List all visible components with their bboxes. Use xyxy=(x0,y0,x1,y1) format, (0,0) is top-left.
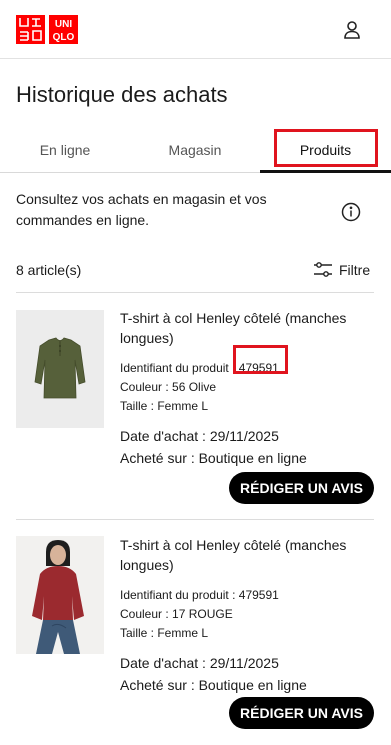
product-name: T-shirt à col Henley côtelé (manches lon… xyxy=(120,310,347,346)
user-icon[interactable] xyxy=(340,18,364,42)
intro-text: Consultez vos achats en magasin et vos c… xyxy=(16,191,267,228)
app-header: UNI QLO xyxy=(0,0,391,59)
article-count: 8 article(s) xyxy=(16,262,82,278)
product-id-label: Identifiant du produit : xyxy=(120,588,236,602)
products-tab-highlight xyxy=(274,129,378,167)
product-color: Couleur : 56 Olive xyxy=(120,380,217,394)
purchase-channel: Acheté sur : Boutique en ligne xyxy=(120,677,307,693)
write-review-button[interactable]: RÉDIGER UN AVIS xyxy=(229,472,374,504)
product-image[interactable] xyxy=(16,536,104,654)
list-divider xyxy=(16,519,374,520)
active-tab-indicator xyxy=(260,170,391,173)
info-icon[interactable] xyxy=(341,202,361,222)
sliders-icon xyxy=(314,262,332,277)
tab-online[interactable]: En ligne xyxy=(0,128,130,172)
write-review-button[interactable]: RÉDIGER UN AVIS xyxy=(229,697,374,729)
product-size: Taille : Femme L xyxy=(120,399,209,413)
product-color: Couleur : 17 ROUGE xyxy=(120,607,233,621)
product-id-label: Identifiant du produit : xyxy=(120,361,236,375)
product-id-value: 479591 xyxy=(238,588,279,602)
olive-shirt-image xyxy=(16,310,104,428)
list-divider xyxy=(16,292,374,293)
logo-text-bottom: QLO xyxy=(53,32,75,43)
filter-button[interactable]: Filtre xyxy=(313,260,370,280)
uniqlo-logo[interactable]: UNI QLO xyxy=(16,15,78,44)
filter-label: Filtre xyxy=(339,262,371,278)
product-size: Taille : Femme L xyxy=(120,626,209,640)
product-info: T-shirt à col Henley côtelé (manches lon… xyxy=(120,308,374,469)
product-image[interactable] xyxy=(16,310,104,428)
product-id: Identifiant du produit : 479591 xyxy=(120,586,374,605)
red-shirt-model-image xyxy=(16,536,104,654)
purchase-channel: Acheté sur : Boutique en ligne xyxy=(120,450,307,466)
page-title: Historique des achats xyxy=(16,82,228,107)
product-name: T-shirt à col Henley côtelé (manches lon… xyxy=(120,537,347,573)
tab-store[interactable]: Magasin xyxy=(130,128,260,172)
product-info: T-shirt à col Henley côtelé (manches lon… xyxy=(120,535,374,696)
purchase-date: Date d'achat : 29/11/2025 xyxy=(120,655,279,671)
logo-text-top: UNI xyxy=(55,19,72,30)
purchase-date: Date d'achat : 29/11/2025 xyxy=(120,428,279,444)
product-id-highlight xyxy=(233,345,288,374)
